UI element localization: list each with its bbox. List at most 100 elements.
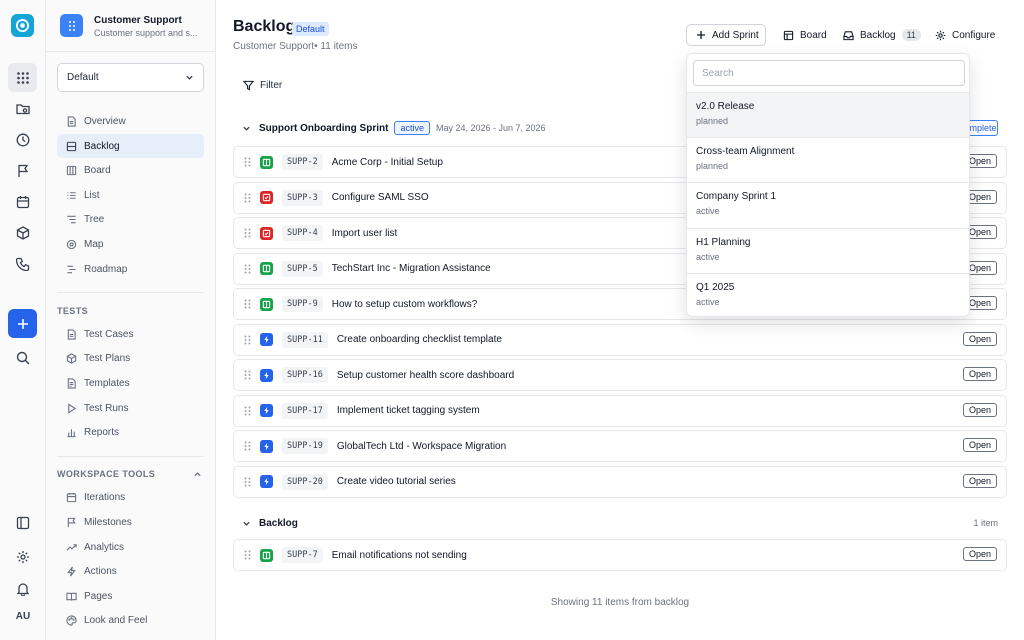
project-header[interactable]: Customer Support Customer support and s.… (46, 0, 215, 52)
nav-item-test-runs[interactable]: Test Runs (57, 396, 204, 420)
nav-label: Board (84, 164, 111, 176)
drag-handle-icon[interactable] (244, 406, 251, 416)
drag-handle-icon[interactable] (244, 299, 251, 309)
issue-key[interactable]: SUPP-4 (282, 225, 323, 241)
sprint-option[interactable]: H1 Planning active (687, 227, 969, 273)
issue-row[interactable]: SUPP-20 Create video tutorial series Open (233, 465, 1007, 498)
issue-key[interactable]: SUPP-11 (282, 331, 328, 348)
issue-key[interactable]: SUPP-19 (282, 438, 328, 454)
issue-title[interactable]: Implement ticket tagging system (337, 405, 480, 416)
sprint-option[interactable]: Q1 2025 active (687, 272, 969, 316)
search-icon[interactable] (8, 343, 37, 372)
issue-key[interactable]: SUPP-3 (282, 189, 323, 206)
flag-icon[interactable] (8, 156, 37, 185)
issue-key[interactable]: SUPP-7 (282, 547, 323, 563)
issue-status-badge[interactable]: Open (962, 402, 997, 417)
sprint-option[interactable]: v2.0 Release planned (687, 92, 969, 137)
sprint-option[interactable]: Company Sprint 1 active (687, 182, 969, 227)
drag-handle-icon[interactable] (244, 157, 251, 167)
add-sprint-button[interactable]: Add Sprint (686, 24, 766, 46)
nav-item-pages[interactable]: Pages (57, 584, 204, 608)
story-type-icon (260, 297, 273, 311)
issue-key[interactable]: SUPP-17 (282, 402, 328, 419)
create-plus-icon[interactable] (8, 309, 37, 338)
issue-status-badge[interactable]: Open (962, 473, 997, 488)
nav-item-tree[interactable]: Tree (57, 207, 204, 231)
issue-status-badge[interactable]: Open (962, 367, 997, 381)
nav-item-board[interactable]: Board (57, 158, 204, 182)
issue-title[interactable]: Create onboarding checklist template (337, 334, 502, 345)
filter-button[interactable]: Filter (243, 80, 282, 91)
issue-key[interactable]: SUPP-2 (282, 154, 323, 170)
issue-row[interactable]: SUPP-19 GlobalTech Ltd - Workspace Migrat… (233, 430, 1007, 462)
phone-icon[interactable] (8, 249, 37, 278)
issue-row[interactable]: SUPP-16 Setup customer health score dashb… (233, 359, 1007, 391)
issue-title[interactable]: Configure SAML SSO (332, 192, 429, 203)
sprint-option[interactable]: Cross-team Alignment planned (687, 137, 969, 182)
issue-key[interactable]: SUPP-16 (282, 367, 328, 383)
drag-handle-icon[interactable] (244, 264, 251, 274)
sprint-group-header[interactable]: Support Onboarding Sprint active May 24,… (242, 120, 546, 136)
issue-title[interactable]: How to setup custom workflows? (332, 299, 478, 310)
board-view-button[interactable]: Board (783, 24, 827, 46)
nav-item-test-cases[interactable]: Test Cases (57, 322, 204, 346)
folder-search-icon[interactable] (8, 94, 37, 123)
issue-key[interactable]: SUPP-20 (282, 473, 328, 490)
clock-icon[interactable] (8, 125, 37, 154)
nav-item-map[interactable]: Map (57, 232, 204, 256)
calendar-icon[interactable] (8, 187, 37, 216)
backlog-view-button[interactable]: Backlog 11 (843, 24, 921, 46)
user-avatar[interactable]: AU (0, 611, 46, 622)
sidebar-toggle-icon[interactable] (8, 508, 37, 537)
settings-gear-icon[interactable] (8, 542, 37, 571)
issue-key[interactable]: SUPP-9 (282, 296, 323, 312)
drag-handle-icon[interactable] (244, 335, 251, 345)
issue-title[interactable]: Setup customer health score dashboard (337, 370, 514, 381)
backlog-group-header[interactable]: Backlog (242, 515, 298, 531)
nav-item-milestones[interactable]: Milestones (57, 510, 204, 534)
cube-icon[interactable] (8, 218, 37, 247)
nav-label: List (84, 189, 100, 201)
drag-handle-icon[interactable] (244, 370, 251, 380)
nav-item-actions[interactable]: Actions (57, 559, 204, 583)
drag-handle-icon[interactable] (244, 477, 251, 487)
drag-handle-icon[interactable] (244, 550, 251, 560)
issue-row[interactable]: SUPP-17 Implement ticket tagging system Op… (233, 394, 1007, 427)
nav-item-roadmap[interactable]: Roadmap (57, 257, 204, 281)
issue-title[interactable]: TechStart Inc - Migration Assistance (332, 263, 491, 274)
issue-status-badge[interactable]: Open (962, 438, 997, 452)
app-logo-icon[interactable] (11, 14, 34, 37)
issue-row[interactable]: SUPP-7 Email notifications not sending Ope… (233, 539, 1007, 571)
nav-item-templates[interactable]: Templates (57, 371, 204, 395)
issue-title[interactable]: Import user list (332, 228, 398, 239)
issue-title[interactable]: Email notifications not sending (332, 550, 467, 561)
nav-item-iterations[interactable]: Iterations (57, 485, 204, 509)
chevron-up-icon[interactable] (193, 470, 202, 479)
drag-handle-icon[interactable] (244, 441, 251, 451)
view-select-value: Default (67, 72, 99, 83)
chevron-down-icon[interactable] (242, 519, 251, 528)
nav-item-reports[interactable]: Reports (57, 420, 204, 444)
configure-button[interactable]: Configure (935, 24, 995, 46)
drag-handle-icon[interactable] (244, 228, 251, 238)
nav-item-analytics[interactable]: Analytics (57, 535, 204, 559)
issue-status-badge[interactable]: Open (962, 331, 997, 346)
apps-grid-icon[interactable] (8, 63, 37, 92)
issue-row[interactable]: SUPP-11 Create onboarding checklist templ… (233, 323, 1007, 356)
issue-status-badge[interactable]: Open (962, 547, 997, 561)
issue-title[interactable]: Create video tutorial series (337, 476, 456, 487)
nav-item-backlog[interactable]: Backlog (57, 134, 204, 158)
drag-handle-icon[interactable] (244, 193, 251, 203)
view-select[interactable]: Default (57, 63, 204, 92)
chevron-down-icon[interactable] (242, 124, 251, 133)
nav-item-overview[interactable]: Overview (57, 109, 204, 133)
bell-icon[interactable] (8, 574, 37, 603)
nav-item-list[interactable]: List (57, 183, 204, 207)
issue-key[interactable]: SUPP-5 (282, 260, 323, 277)
nav-item-test-plans[interactable]: Test Plans (57, 346, 204, 370)
nav-item-look-and-feel[interactable]: Look and Feel (57, 608, 204, 632)
issue-title[interactable]: Acme Corp - Initial Setup (332, 157, 443, 168)
project-sidebar: Customer Support Customer support and s.… (46, 0, 216, 640)
issue-title[interactable]: GlobalTech Ltd - Workspace Migration (337, 441, 506, 452)
sprint-search-input[interactable] (693, 60, 965, 86)
